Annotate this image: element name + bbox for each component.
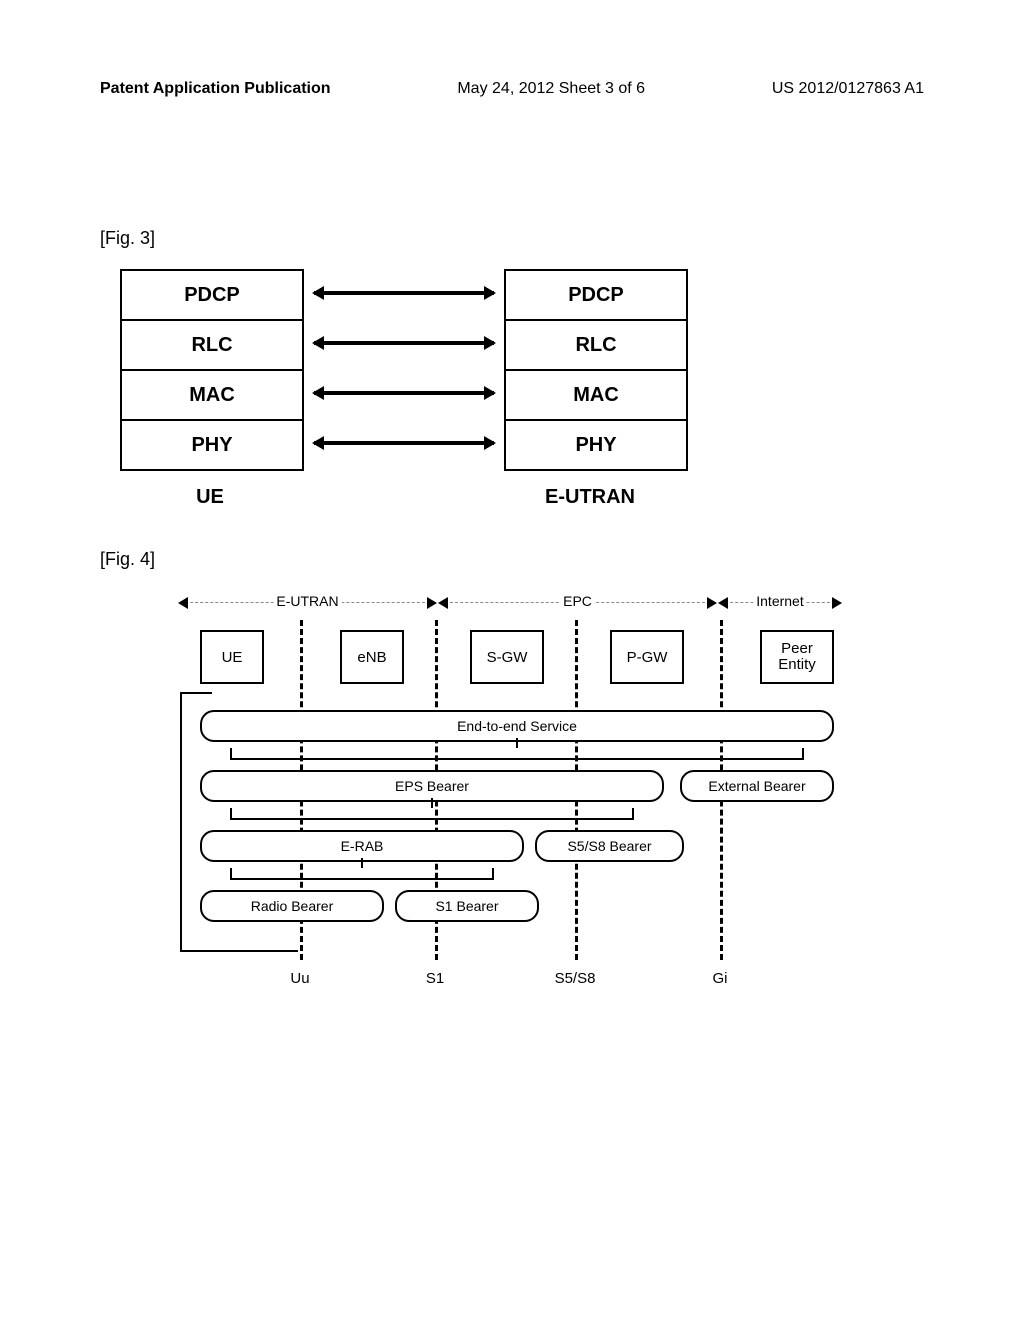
double-arrow-icon xyxy=(314,441,494,445)
fig3-ue-pdcp: PDCP xyxy=(122,271,302,319)
fork-icon xyxy=(230,868,494,880)
fig3-ue-phy: PHY xyxy=(122,419,302,469)
fig3-ue-rlc: RLC xyxy=(122,319,302,369)
header-left: Patent Application Publication xyxy=(100,80,331,98)
page-header: Patent Application Publication May 24, 2… xyxy=(100,80,924,98)
double-arrow-icon xyxy=(314,341,494,345)
fork-icon xyxy=(230,748,804,760)
arrow-left-icon xyxy=(438,597,448,609)
iface-gi-label: Gi xyxy=(713,970,728,987)
double-arrow-icon xyxy=(314,291,494,295)
arrow-right-icon xyxy=(427,597,437,609)
segment-internet: Internet xyxy=(720,602,840,603)
fig3-column-labels: UE E-UTRAN xyxy=(120,486,924,509)
segment-epc-label: EPC xyxy=(560,593,595,609)
node-sgw: S-GW xyxy=(470,630,544,684)
node-peer: Peer Entity xyxy=(760,630,834,684)
segment-eutran: E-UTRAN xyxy=(180,602,435,603)
fig4-diagram: E-UTRAN EPC Internet UE eNB S-GW P-GW Pe… xyxy=(200,590,840,1010)
arrow-left-icon xyxy=(178,597,188,609)
fig4-label: [Fig. 4] xyxy=(100,549,924,570)
header-right: US 2012/0127863 A1 xyxy=(772,80,924,98)
bearer-ext: External Bearer xyxy=(680,770,834,802)
segment-internet-label: Internet xyxy=(753,593,806,609)
fig3-diagram: PDCP RLC MAC PHY PDCP RLC MAC PHY xyxy=(120,269,924,471)
fig3-eutran-stack: PDCP RLC MAC PHY xyxy=(504,269,688,471)
fig3-eutran-phy: PHY xyxy=(506,419,686,469)
bearer-s5s8: S5/S8 Bearer xyxy=(535,830,684,862)
bearer-radio: Radio Bearer xyxy=(200,890,384,922)
arrow-left-icon xyxy=(718,597,728,609)
outer-frame-icon xyxy=(180,692,182,952)
arrow-right-icon xyxy=(707,597,717,609)
fig3-eutran-rlc: RLC xyxy=(506,319,686,369)
fig3-ue-mac: MAC xyxy=(122,369,302,419)
fork-icon xyxy=(230,808,634,820)
fig3-arrows xyxy=(304,269,504,471)
fig3-eutran-mac: MAC xyxy=(506,369,686,419)
fig3-eutran-pdcp: PDCP xyxy=(506,271,686,319)
iface-s1-label: S1 xyxy=(426,970,444,987)
node-ue: UE xyxy=(200,630,264,684)
fig3-label: [Fig. 3] xyxy=(100,228,924,249)
fig3-ue-label: UE xyxy=(120,486,300,509)
segment-eutran-label: E-UTRAN xyxy=(273,593,341,609)
fig3-eutran-label: E-UTRAN xyxy=(500,486,680,509)
arrow-right-icon xyxy=(832,597,842,609)
bearer-s1: S1 Bearer xyxy=(395,890,539,922)
iface-uu-label: Uu xyxy=(290,970,309,987)
header-center: May 24, 2012 Sheet 3 of 6 xyxy=(457,80,645,98)
double-arrow-icon xyxy=(314,391,494,395)
node-enb: eNB xyxy=(340,630,404,684)
segment-epc: EPC xyxy=(440,602,715,603)
iface-s5s8-label: S5/S8 xyxy=(555,970,596,987)
fig3-ue-stack: PDCP RLC MAC PHY xyxy=(120,269,304,471)
node-pgw: P-GW xyxy=(610,630,684,684)
